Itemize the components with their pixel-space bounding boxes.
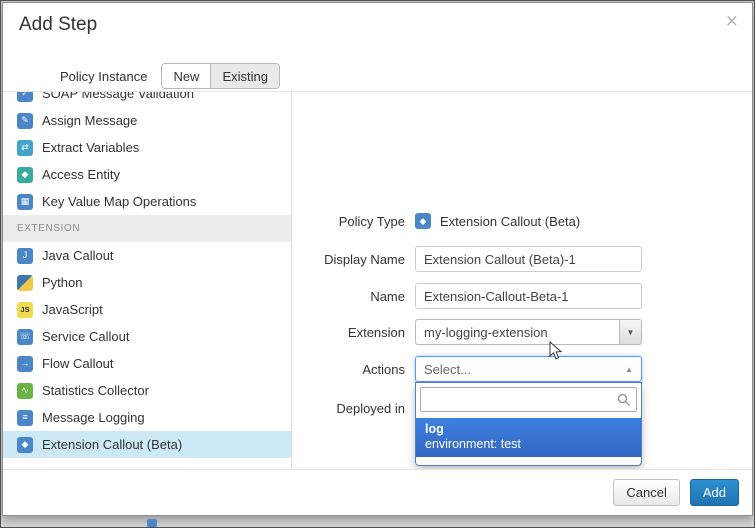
sidebar-item-javascript[interactable]: JS JavaScript (3, 296, 291, 323)
actions-select-value: Select... (424, 362, 471, 377)
extension-select-value: my-logging-extension (424, 325, 548, 340)
sidebar-item-label: Extension Callout (Beta) (42, 437, 182, 452)
sidebar-item-label: JavaScript (42, 302, 103, 317)
policy-type-value: Extension Callout (Beta) (440, 214, 580, 229)
actions-select[interactable]: Select... ▲ (415, 356, 642, 382)
access-entity-icon: ◆ (17, 167, 33, 183)
policy-instance-label: Policy Instance (60, 69, 147, 84)
sidebar-item-extract-variables[interactable]: ⇄ Extract Variables (3, 134, 291, 161)
extension-callout-icon: ◆ (17, 437, 33, 453)
background-page-icon (147, 519, 157, 527)
sidebar-item-label: Assign Message (42, 113, 137, 128)
soap-validation-icon: ✓ (17, 92, 33, 102)
sidebar-item-flow-callout[interactable]: → Flow Callout (3, 350, 291, 377)
cancel-button[interactable]: Cancel (613, 479, 679, 506)
action-option-subtitle: environment: test (425, 437, 632, 452)
name-field[interactable] (415, 283, 642, 309)
policy-type-label: Policy Type (293, 214, 405, 229)
sidebar-item-statistics-collector[interactable]: ∿ Statistics Collector (3, 377, 291, 404)
action-option-log[interactable]: log environment: test (416, 418, 641, 457)
extension-select[interactable]: my-logging-extension ▼ (415, 319, 642, 345)
sidebar-item-label: SOAP Message Validation (42, 92, 194, 101)
python-icon (17, 275, 33, 291)
javascript-icon: JS (17, 302, 33, 318)
sidebar-item-access-entity[interactable]: ◆ Access Entity (3, 161, 291, 188)
sidebar-item-label: Java Callout (42, 248, 114, 263)
message-logging-icon: ≡ (17, 410, 33, 426)
chevron-down-icon[interactable]: ▼ (619, 320, 641, 344)
policy-type-list: ✓ SOAP Message Validation ✎ Assign Messa… (3, 92, 292, 469)
actions-label: Actions (293, 362, 405, 377)
sidebar-item-label: Extract Variables (42, 140, 139, 155)
sidebar-item-java-callout[interactable]: J Java Callout (3, 242, 291, 269)
add-button[interactable]: Add (690, 479, 739, 506)
name-label: Name (293, 289, 405, 304)
assign-message-icon: ✎ (17, 113, 33, 129)
extract-variables-icon: ⇄ (17, 140, 33, 156)
policy-instance-toggle: New Existing (161, 63, 280, 89)
policy-instance-row: Policy Instance New Existing (60, 63, 280, 89)
extension-section-header: EXTENSION (3, 215, 291, 242)
sidebar-item-label: Message Logging (42, 410, 145, 425)
actions-dropdown-panel: log environment: test (415, 382, 642, 466)
deployed-in-label: Deployed in (293, 401, 405, 416)
sidebar-item-label: Service Callout (42, 329, 129, 344)
sidebar-item-python[interactable]: Python (3, 269, 291, 296)
tab-new[interactable]: New (162, 64, 210, 88)
sidebar-item-label: Python (42, 275, 82, 290)
display-name-field[interactable] (415, 246, 642, 272)
tab-existing[interactable]: Existing (210, 64, 279, 88)
sidebar-item-message-logging[interactable]: ≡ Message Logging (3, 404, 291, 431)
modal-content: ✓ SOAP Message Validation ✎ Assign Messa… (3, 91, 752, 469)
search-icon (617, 393, 631, 407)
sidebar-item-label: Flow Callout (42, 356, 114, 371)
sidebar-item-label: Key Value Map Operations (42, 194, 196, 209)
policy-type-icon: ◆ (415, 213, 431, 229)
close-icon[interactable]: × (726, 11, 738, 32)
sidebar-item-label: Access Entity (42, 167, 120, 182)
extension-label: Extension (293, 325, 405, 340)
add-step-modal: Add Step × Policy Instance New Existing … (2, 2, 753, 516)
flow-callout-icon: → (17, 356, 33, 372)
sidebar-item-key-value-map-operations[interactable]: ▦ Key Value Map Operations (3, 188, 291, 215)
sidebar-item-label: Statistics Collector (42, 383, 149, 398)
policy-form: Policy Type ◆ Extension Callout (Beta) D… (293, 180, 752, 423)
service-callout-icon: ☏ (17, 329, 33, 345)
action-option-title: log (425, 421, 632, 437)
sidebar-item-assign-message[interactable]: ✎ Assign Message (3, 107, 291, 134)
display-name-label: Display Name (293, 252, 405, 267)
key-value-map-icon: ▦ (17, 194, 33, 210)
chevron-up-icon: ▲ (625, 365, 633, 374)
sidebar-item-service-callout[interactable]: ☏ Service Callout (3, 323, 291, 350)
actions-search-input[interactable] (420, 387, 637, 412)
statistics-collector-icon: ∿ (17, 383, 33, 399)
java-callout-icon: J (17, 248, 33, 264)
sidebar-item-extension-callout-beta[interactable]: ◆ Extension Callout (Beta) (3, 431, 291, 458)
modal-footer: Cancel Add (3, 469, 752, 515)
page-title: Add Step (19, 14, 97, 36)
sidebar-item-soap-message-validation[interactable]: ✓ SOAP Message Validation (3, 92, 291, 107)
